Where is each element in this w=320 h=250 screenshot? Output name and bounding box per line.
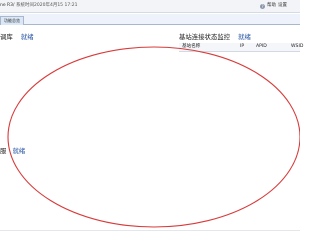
settings-button[interactable]: 设置 (278, 0, 287, 12)
left-bottom-panel-header: 服 就绪 (0, 146, 25, 155)
column-header-station-name[interactable]: 基站名称 (182, 43, 200, 51)
station-monitor-header: 基站连接状态监控 就绪 (179, 32, 251, 41)
system-time-label: 系统时间 (16, 3, 34, 8)
station-monitor-title: 基站连接状态监控 (179, 33, 231, 41)
column-header-wsid[interactable]: WSID (291, 43, 303, 51)
system-time-value: 2020年4月15 17:21 (34, 3, 78, 8)
left-top-panel-title: 调库 (0, 33, 13, 41)
left-bottom-status-badge: 就绪 (12, 147, 26, 155)
top-status-bar: ne R3/ 系统时间 2020年4月15 17:21 ? 帮助 设置 (0, 0, 300, 13)
app-version: ne R3/ (0, 3, 15, 8)
red-annotation-ellipse (7, 46, 300, 228)
column-header-ip[interactable]: IP (240, 43, 244, 51)
station-table-header: 基站名称 IP APID WSID (179, 43, 303, 52)
left-bottom-panel-title: 服 (0, 147, 7, 155)
left-top-panel-header: 调库 就绪 (0, 32, 34, 41)
column-header-apid[interactable]: APID (256, 43, 267, 51)
left-top-status-badge: 就绪 (20, 33, 34, 41)
help-icon: ? (260, 3, 265, 9)
help-button[interactable]: ? 帮助 (260, 0, 276, 12)
tab-overview[interactable]: 功能总览 (0, 16, 24, 25)
bottom-divider (0, 230, 300, 231)
annotation-overlay (7, 46, 300, 228)
tab-bar: 功能总览 (0, 14, 300, 25)
help-label: 帮助 (267, 3, 276, 8)
station-monitor-status-badge: 就绪 (238, 33, 251, 41)
